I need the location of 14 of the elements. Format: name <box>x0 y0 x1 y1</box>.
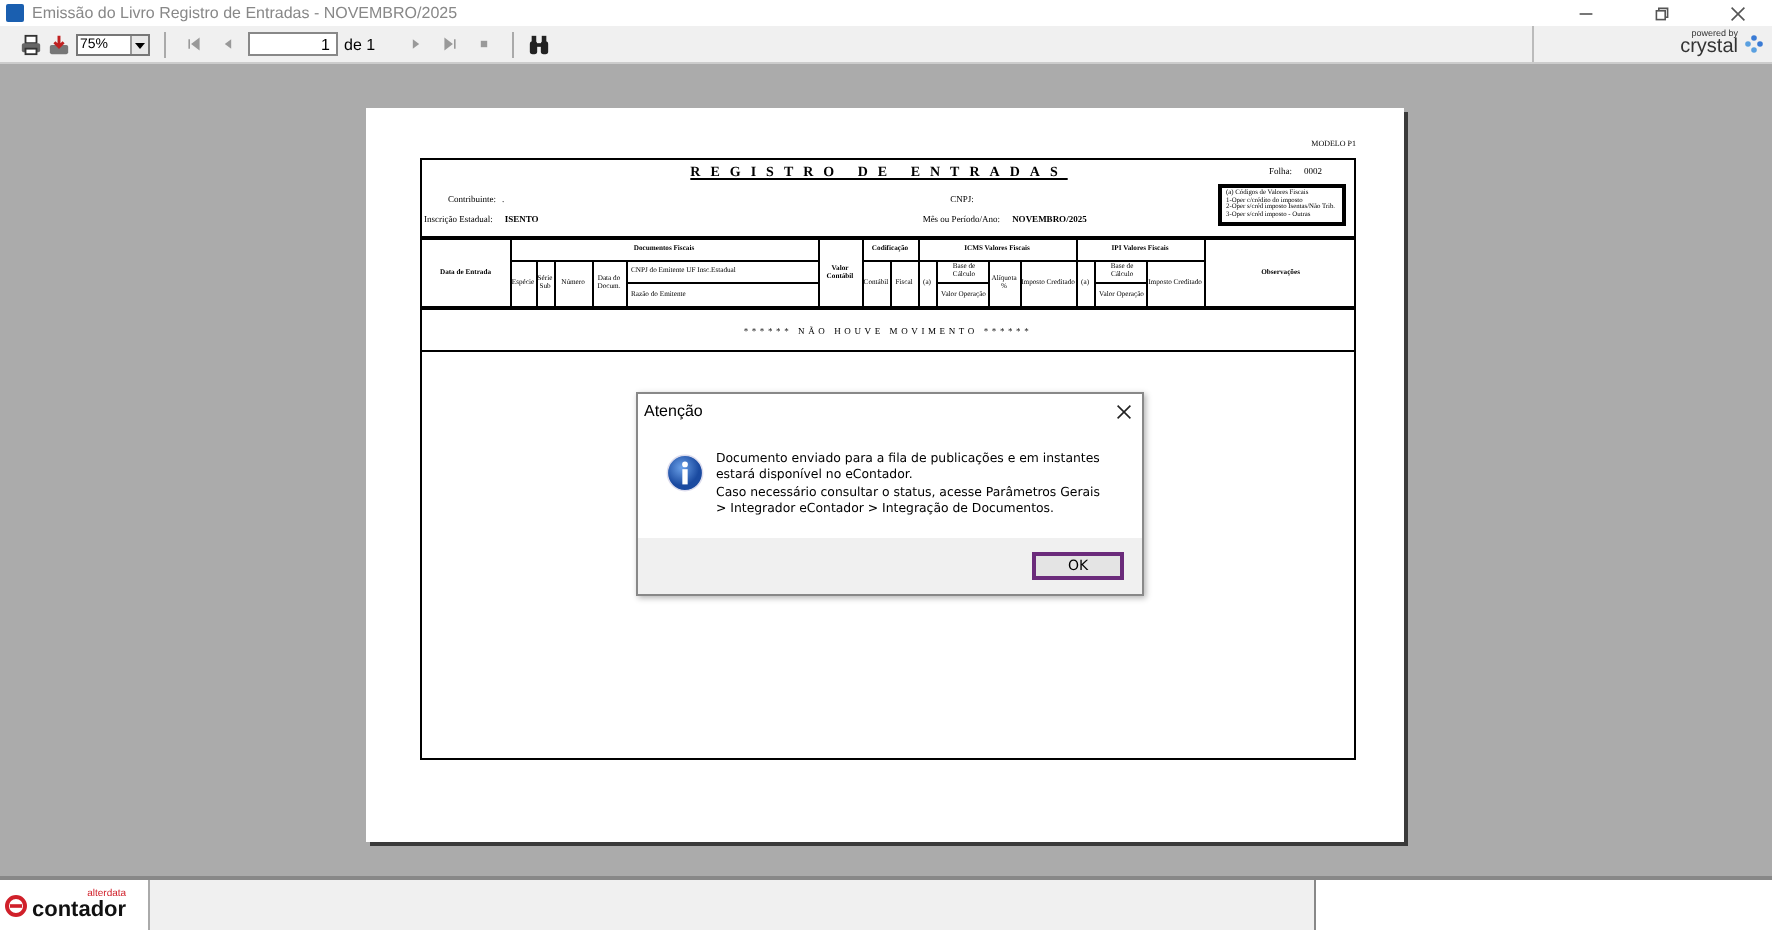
app-icon <box>6 4 24 22</box>
restore-icon[interactable] <box>1654 5 1670 21</box>
page-number-field[interactable]: 1 <box>248 32 338 56</box>
dialog-title: Atenção <box>644 402 703 420</box>
export-icon[interactable] <box>48 33 70 55</box>
close-icon[interactable] <box>1730 5 1746 21</box>
caret-icon <box>130 35 148 53</box>
dots-logo-icon <box>1744 34 1764 54</box>
close-icon[interactable] <box>1116 403 1132 419</box>
page-total: de 1 <box>344 35 376 53</box>
window-title: Emissão do Livro Registro de Entradas - NOVEMBRO/2025 <box>32 4 458 22</box>
info-icon <box>666 454 704 492</box>
binoculars-icon[interactable] <box>527 33 550 55</box>
printer-icon[interactable] <box>20 33 42 55</box>
